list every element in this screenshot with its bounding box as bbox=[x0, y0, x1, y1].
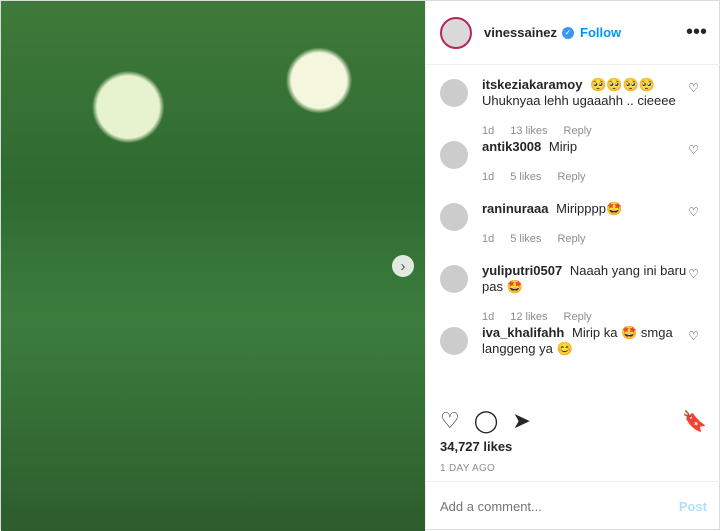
comment-like-icon[interactable]: ♡ bbox=[688, 143, 699, 157]
bookmark-icon[interactable]: 🔖 bbox=[682, 409, 707, 434]
post-sidebar: vinessainez ✓ Follow ••• itskeziakaramoy… bbox=[425, 1, 720, 531]
commenter-avatar[interactable] bbox=[440, 141, 468, 169]
comment-user[interactable]: antik3008 bbox=[482, 139, 541, 154]
like-count[interactable]: 34,727 likes bbox=[440, 439, 512, 454]
comment-likes[interactable]: 12 likes bbox=[510, 311, 547, 323]
comment-icon[interactable]: ◯ bbox=[474, 408, 499, 434]
heart-icon[interactable]: ♡ bbox=[440, 408, 460, 434]
commenter-avatar[interactable] bbox=[440, 79, 468, 107]
comment-user[interactable]: iva_khalifahh bbox=[482, 325, 564, 340]
follow-button[interactable]: Follow bbox=[580, 25, 621, 40]
comment-item: raninuraaa Miripppp🤩 1d 5 likes Reply ♡ bbox=[426, 201, 720, 263]
comment-text: Miripppp🤩 bbox=[556, 201, 623, 216]
username[interactable]: vinessainez bbox=[484, 25, 557, 40]
comment-user[interactable]: itskeziakaramoy bbox=[482, 77, 582, 92]
post-photo[interactable]: › bbox=[1, 1, 425, 531]
profile-avatar[interactable] bbox=[440, 16, 472, 49]
comment-likes[interactable]: 13 likes bbox=[510, 125, 547, 137]
comment-age: 1d bbox=[482, 125, 495, 137]
comment-like-icon[interactable]: ♡ bbox=[688, 81, 699, 95]
verified-icon: ✓ bbox=[562, 26, 574, 39]
share-icon[interactable]: ➤ bbox=[512, 408, 530, 434]
post-header: vinessainez ✓ Follow ••• bbox=[426, 1, 720, 65]
post-comment-button[interactable]: Post bbox=[679, 499, 707, 514]
comment-age: 1d bbox=[482, 311, 495, 323]
reply-button[interactable]: Reply bbox=[564, 311, 592, 323]
comment-age: 1d bbox=[482, 233, 495, 245]
comment-item: antik3008 Mirip 1d 5 likes Reply ♡ bbox=[426, 139, 720, 201]
comment-like-icon[interactable]: ♡ bbox=[688, 267, 699, 281]
post-actions: ♡ ◯ ➤ 🔖 bbox=[440, 405, 707, 437]
comment-item: itskeziakaramoy 🥺🥺🥺🥺 Uhuknyaa lehh ugaaa… bbox=[426, 77, 720, 139]
comment-user[interactable]: yuliputri0507 bbox=[482, 263, 562, 278]
reply-button[interactable]: Reply bbox=[557, 171, 585, 183]
next-image-button[interactable]: › bbox=[392, 255, 414, 277]
comments-list: itskeziakaramoy 🥺🥺🥺🥺 Uhuknyaa lehh ugaaa… bbox=[426, 65, 720, 387]
comment-like-icon[interactable]: ♡ bbox=[688, 205, 699, 219]
more-options-button[interactable]: ••• bbox=[686, 21, 707, 44]
comment-user[interactable]: raninuraaa bbox=[482, 201, 548, 216]
comment-text: Mirip bbox=[548, 139, 578, 154]
comment-likes[interactable]: 5 likes bbox=[510, 171, 541, 183]
comment-likes[interactable]: 5 likes bbox=[510, 233, 541, 245]
comment-like-icon[interactable]: ♡ bbox=[688, 329, 699, 343]
reply-button[interactable]: Reply bbox=[564, 125, 592, 137]
post-time: 1 DAY AGO bbox=[440, 463, 496, 474]
commenter-avatar[interactable] bbox=[440, 203, 468, 231]
comment-item: yuliputri0507 Naaah yang ini baru pas 🤩 … bbox=[426, 263, 720, 325]
comment-item: iva_khalifahh Mirip ka 🤩 smga langgeng y… bbox=[426, 325, 720, 387]
comment-input[interactable] bbox=[440, 499, 679, 514]
reply-button[interactable]: Reply bbox=[557, 233, 585, 245]
commenter-avatar[interactable] bbox=[440, 327, 468, 355]
commenter-avatar[interactable] bbox=[440, 265, 468, 293]
instagram-post: › vinessainez ✓ Follow ••• itskeziakaram… bbox=[0, 0, 720, 531]
comment-age: 1d bbox=[482, 171, 495, 183]
comment-form: Post bbox=[426, 481, 720, 531]
